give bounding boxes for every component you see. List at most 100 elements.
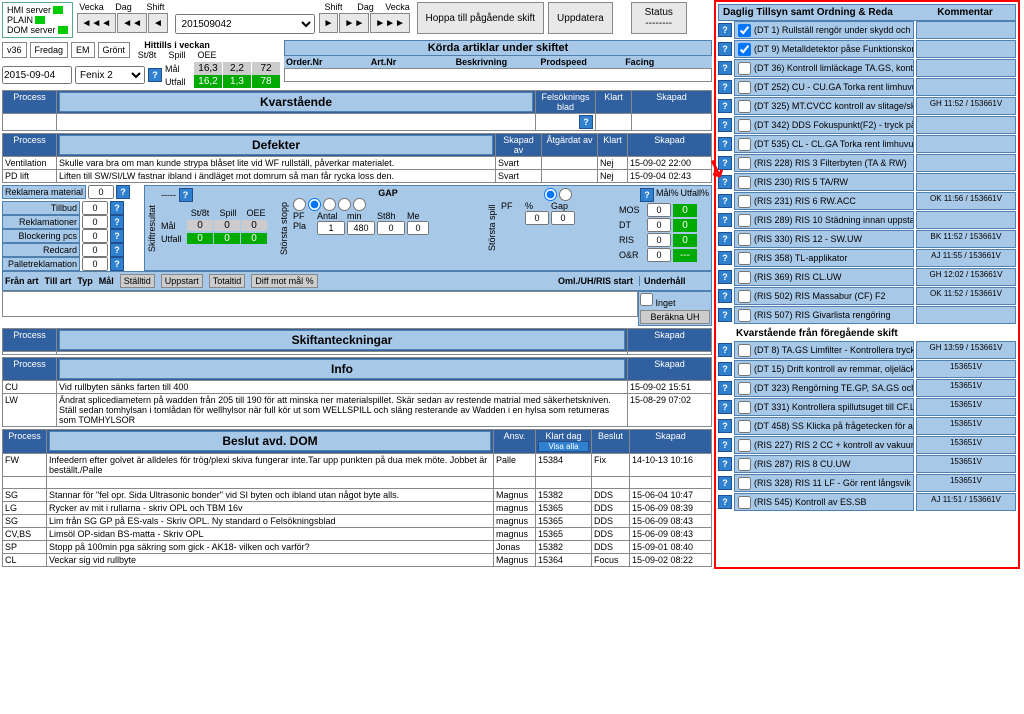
pla-st8h[interactable] bbox=[377, 221, 405, 235]
help-icon[interactable]: ? bbox=[718, 343, 732, 357]
help-icon[interactable]: ? bbox=[718, 438, 732, 452]
tillsyn-item[interactable]: (RIS 230) RIS 5 TA/RW bbox=[734, 173, 914, 191]
prev-item[interactable]: (DT 323) Rengörning TE.GP, SA.GS och BS.… bbox=[734, 379, 914, 397]
prev-item[interactable]: (DT 458) SS Klicka på frågetecken för at… bbox=[734, 417, 914, 435]
jump-current-shift-button[interactable]: Hoppa till pågående skift bbox=[417, 2, 545, 34]
tillsyn-comment[interactable] bbox=[916, 154, 1016, 172]
help-icon[interactable]: ? bbox=[718, 308, 732, 322]
tillsyn-checkbox[interactable] bbox=[738, 157, 751, 170]
help-icon[interactable]: ? bbox=[579, 115, 593, 129]
tillsyn-comment[interactable] bbox=[916, 306, 1016, 324]
prev-item[interactable]: (RIS 545) Kontroll av ES.SB bbox=[734, 493, 914, 511]
prev-item[interactable]: (DT 15) Drift kontroll av remmar, oljelä… bbox=[734, 360, 914, 378]
help-icon[interactable]: ? bbox=[718, 61, 732, 75]
pct-input[interactable] bbox=[525, 211, 549, 225]
tillsyn-item[interactable]: (DT 9) Metalldetektor påse Funktionskont… bbox=[734, 40, 914, 58]
prev-item[interactable]: (DT 331) Kontrollera spillutsuget till C… bbox=[734, 398, 914, 416]
help-icon[interactable]: ? bbox=[718, 175, 732, 189]
help-icon[interactable]: ? bbox=[718, 251, 732, 265]
help-icon[interactable]: ? bbox=[718, 99, 732, 113]
prev-item[interactable]: (RIS 227) RIS 2 CC + kontroll av vakuum bbox=[734, 436, 914, 454]
prev-comment[interactable]: 153651V bbox=[916, 436, 1016, 454]
reklamera-input[interactable] bbox=[88, 185, 114, 199]
stalltid-button[interactable]: Ställtid bbox=[120, 274, 155, 288]
inget-checkbox[interactable]: Inget bbox=[640, 298, 676, 308]
pla-min[interactable] bbox=[347, 221, 375, 235]
prev-comment[interactable]: 153651V bbox=[916, 474, 1016, 492]
help-icon[interactable]: ? bbox=[718, 213, 732, 227]
help-icon[interactable]: ? bbox=[110, 257, 124, 271]
help-icon[interactable]: ? bbox=[718, 362, 732, 376]
help-icon[interactable]: ? bbox=[148, 68, 162, 82]
next-week-button[interactable]: ►►► bbox=[370, 13, 410, 33]
help-icon[interactable]: ? bbox=[718, 118, 732, 132]
tillsyn-item[interactable]: (RIS 228) RIS 3 Filterbyten (TA & RW) bbox=[734, 154, 914, 172]
tillsyn-item[interactable]: (DT 535) CL - CL.GA Torka rent limhuvud … bbox=[734, 135, 914, 153]
prev-checkbox[interactable] bbox=[738, 420, 751, 433]
prev-comment[interactable]: 153651V bbox=[916, 379, 1016, 397]
prev-comment[interactable]: GH 13:59 / 153661V bbox=[916, 341, 1016, 359]
tillsyn-checkbox[interactable] bbox=[738, 24, 751, 37]
tillsyn-checkbox[interactable] bbox=[738, 309, 751, 322]
tillsyn-comment[interactable] bbox=[916, 40, 1016, 58]
tillsyn-item[interactable]: (RIS 289) RIS 10 Städning innan uppstart bbox=[734, 211, 914, 229]
tillsyn-checkbox[interactable] bbox=[738, 252, 751, 265]
prev-item[interactable]: (RIS 287) RIS 8 CU.UW bbox=[734, 455, 914, 473]
help-icon[interactable]: ? bbox=[718, 42, 732, 56]
tillsyn-checkbox[interactable] bbox=[738, 62, 751, 75]
tillsyn-comment[interactable] bbox=[916, 173, 1016, 191]
tillsyn-comment[interactable]: GH 11:52 / 153661V bbox=[916, 97, 1016, 115]
prev-comment[interactable]: AJ 11:51 / 153661V bbox=[916, 493, 1016, 511]
prev-checkbox[interactable] bbox=[738, 363, 751, 376]
redcard-input[interactable] bbox=[82, 243, 108, 257]
help-icon[interactable]: ? bbox=[718, 476, 732, 490]
help-icon[interactable]: ? bbox=[718, 381, 732, 395]
prev-checkbox[interactable] bbox=[738, 477, 751, 490]
reklamationer-input[interactable] bbox=[82, 215, 108, 229]
visa-alla-button[interactable]: Visa alla bbox=[538, 441, 589, 452]
tillsyn-item[interactable]: (DT 36) Kontroll limläckage TA.GS, kontr… bbox=[734, 59, 914, 77]
tillsyn-checkbox[interactable] bbox=[738, 43, 751, 56]
tillsyn-item[interactable]: (RIS 330) RIS 12 - SW.UW bbox=[734, 230, 914, 248]
help-icon[interactable]: ? bbox=[718, 400, 732, 414]
tillsyn-checkbox[interactable] bbox=[738, 176, 751, 189]
tillsyn-item[interactable]: (RIS 507) RIS Givarlista rengöring bbox=[734, 306, 914, 324]
tillsyn-item[interactable]: (DT 325) MT.CVCC kontroll av slitage/ska… bbox=[734, 97, 914, 115]
tillsyn-item[interactable]: (DT 252) CU - CU.GA Torka rent limhuvud … bbox=[734, 78, 914, 96]
tillsyn-item[interactable]: (RIS 502) RIS Massabur (CF) F2 bbox=[734, 287, 914, 305]
pla-antal[interactable] bbox=[317, 221, 345, 235]
tillsyn-checkbox[interactable] bbox=[738, 195, 751, 208]
prev-comment[interactable]: 153651V bbox=[916, 398, 1016, 416]
radio-1[interactable] bbox=[293, 198, 306, 211]
prev-comment[interactable]: 153651V bbox=[916, 417, 1016, 435]
gap-input[interactable] bbox=[551, 211, 575, 225]
help-icon[interactable]: ? bbox=[718, 194, 732, 208]
prev-item[interactable]: (RIS 328) RIS 11 LF - Gör rent långsvik … bbox=[734, 474, 914, 492]
tillsyn-comment[interactable]: GH 12:02 / 153661V bbox=[916, 268, 1016, 286]
tillsyn-item[interactable]: (RIS 358) TL-applikator bbox=[734, 249, 914, 267]
help-icon[interactable]: ? bbox=[718, 137, 732, 151]
tillsyn-comment[interactable] bbox=[916, 59, 1016, 77]
help-icon[interactable]: ? bbox=[110, 243, 124, 257]
prev-checkbox[interactable] bbox=[738, 401, 751, 414]
tillsyn-item[interactable]: (RIS 369) RIS CL.UW bbox=[734, 268, 914, 286]
mos-mal[interactable] bbox=[647, 203, 671, 217]
prev-checkbox[interactable] bbox=[738, 496, 751, 509]
radio-4[interactable] bbox=[338, 198, 351, 211]
tillsyn-item[interactable]: (RIS 231) RIS 6 RW.ACC bbox=[734, 192, 914, 210]
tillsyn-item[interactable]: (DT 342) DDS Fokuspunkt(F2) - tryck på bbox=[734, 116, 914, 134]
tillsyn-comment[interactable]: BK 11:52 / 153661V bbox=[916, 230, 1016, 248]
help-icon[interactable]: ? bbox=[110, 215, 124, 229]
tillsyn-checkbox[interactable] bbox=[738, 138, 751, 151]
tillsyn-checkbox[interactable] bbox=[738, 214, 751, 227]
line-select[interactable]: Fenix 2 bbox=[75, 66, 145, 84]
uppstart-button[interactable]: Uppstart bbox=[161, 274, 203, 288]
prev-week-button[interactable]: ◄◄◄ bbox=[77, 13, 117, 33]
tillbud-input[interactable] bbox=[82, 201, 108, 215]
help-icon[interactable]: ? bbox=[718, 80, 732, 94]
tillsyn-comment[interactable]: OK 11:52 / 153661V bbox=[916, 287, 1016, 305]
help-icon[interactable]: ? bbox=[718, 495, 732, 509]
help-icon[interactable]: ? bbox=[718, 457, 732, 471]
help-icon[interactable]: ? bbox=[110, 229, 124, 243]
tillsyn-checkbox[interactable] bbox=[738, 271, 751, 284]
